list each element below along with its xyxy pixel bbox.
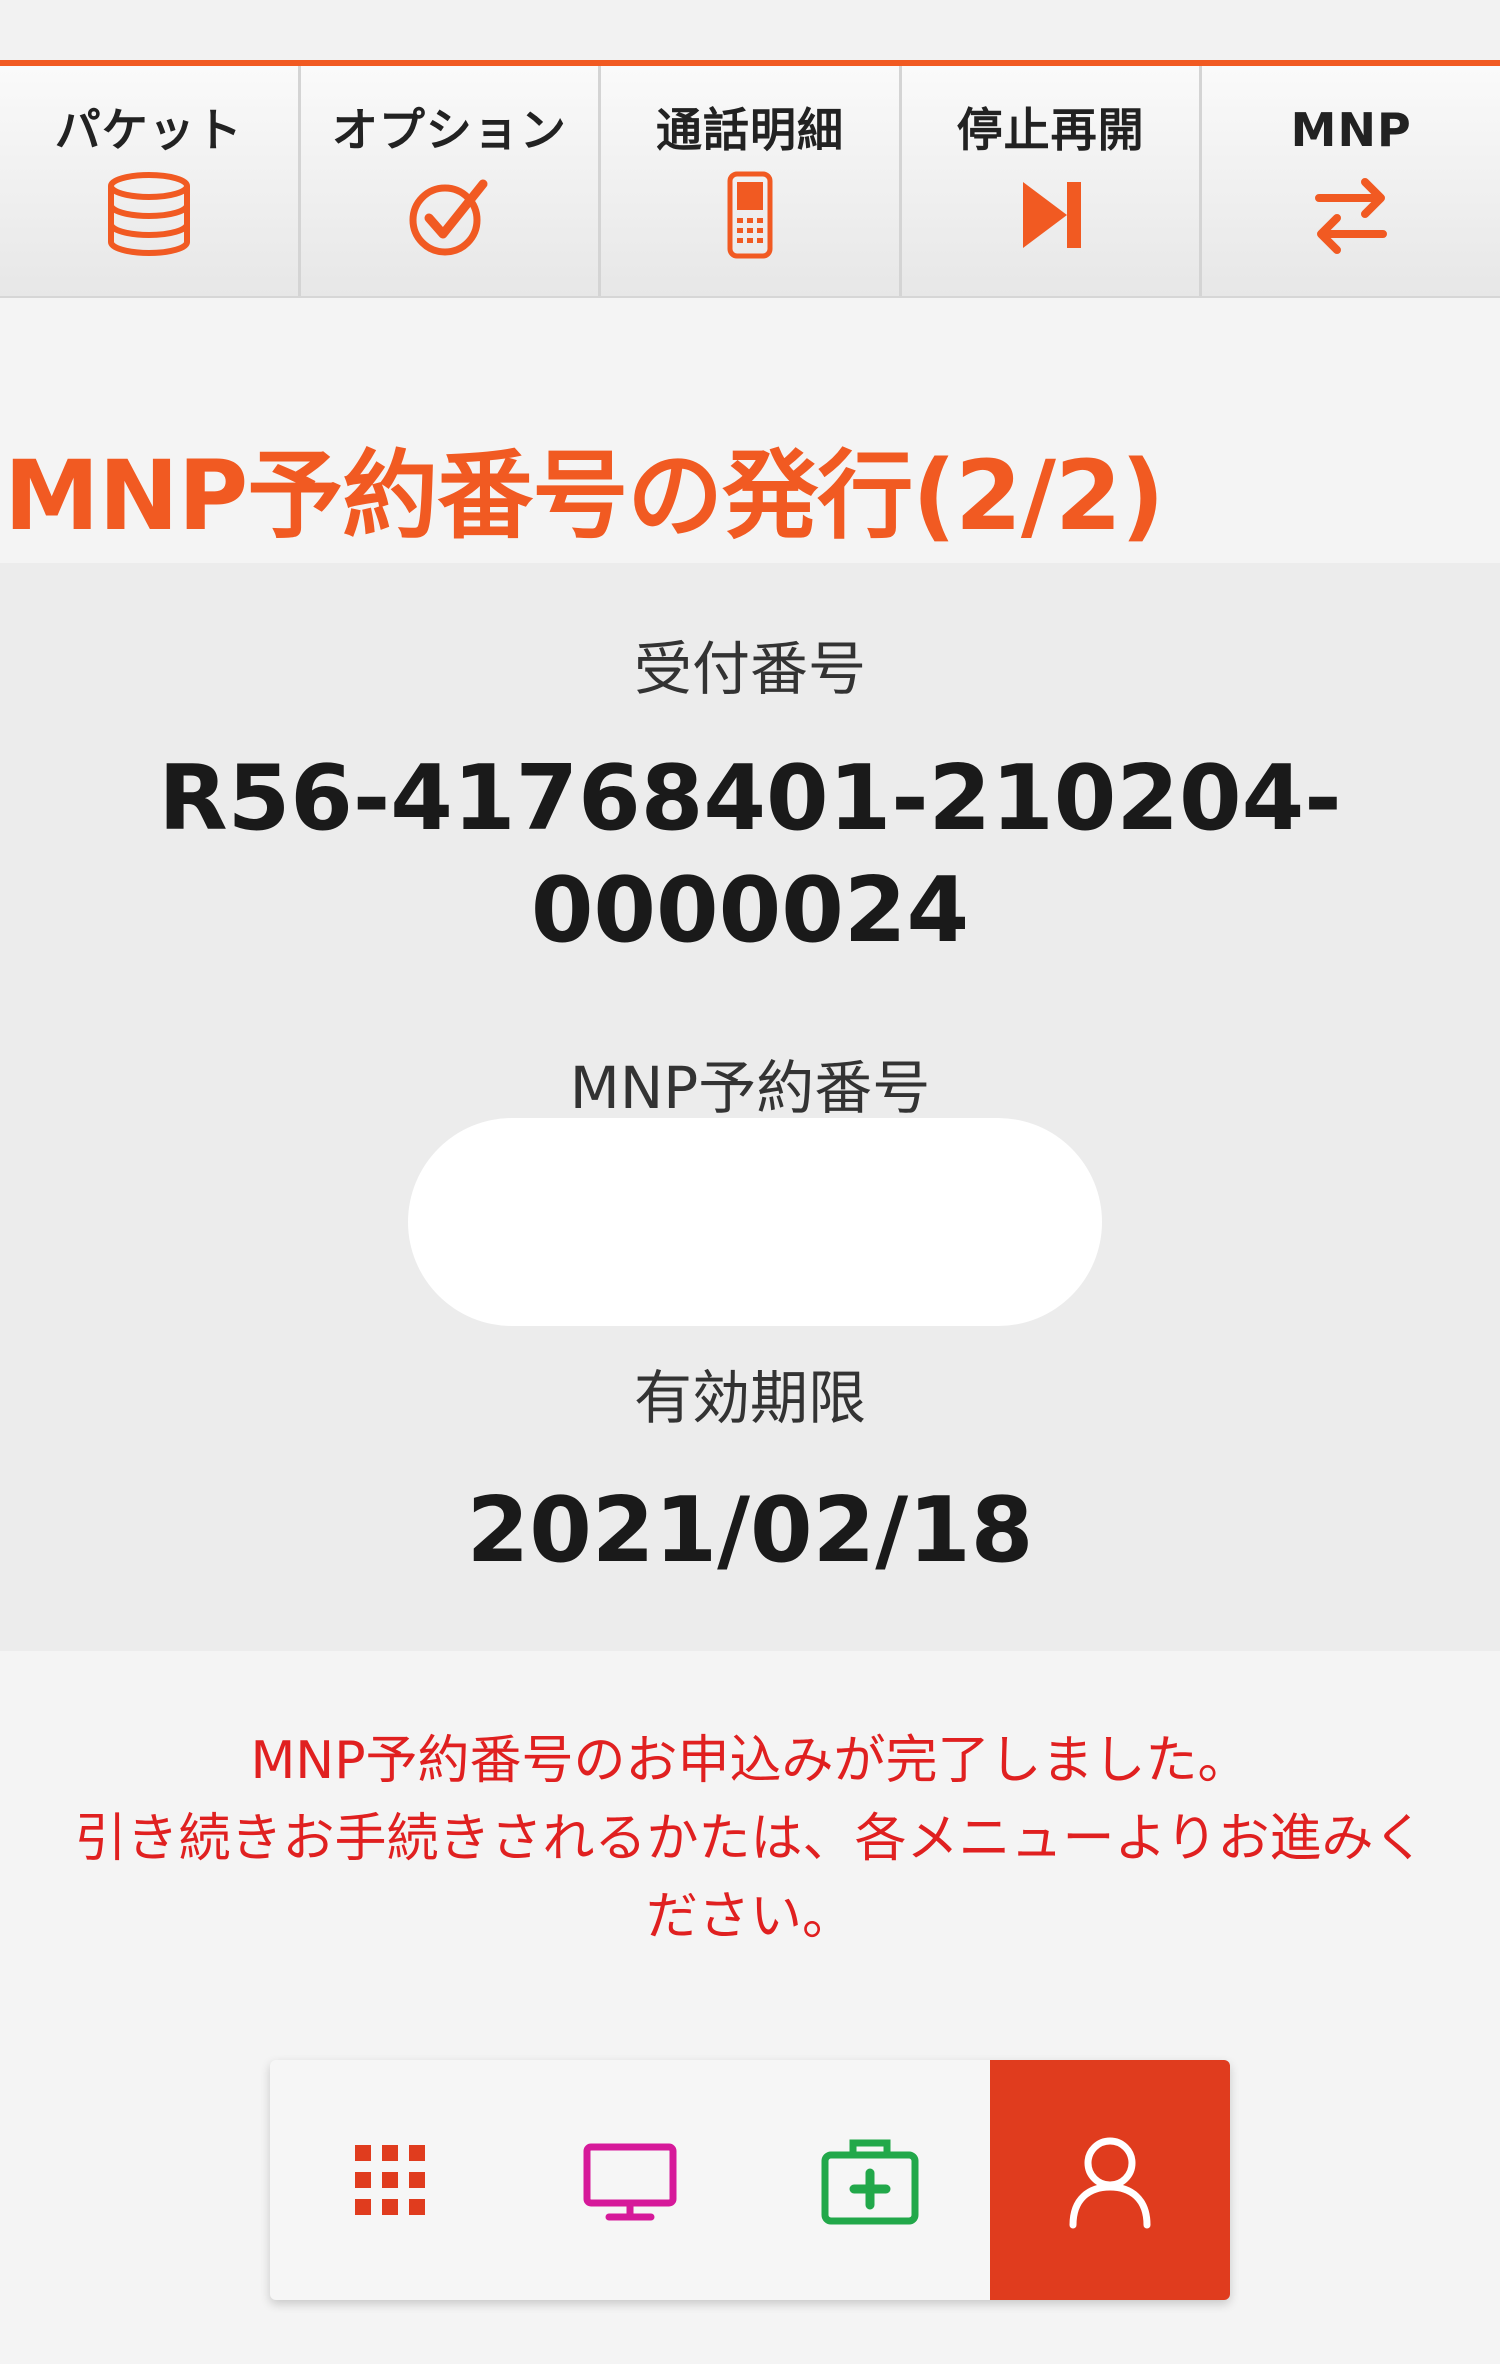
first-aid-kit-icon	[821, 2139, 919, 2225]
check-circle-icon	[409, 179, 488, 256]
grid-icon	[355, 2145, 425, 2215]
bottom-navigation	[270, 2060, 1230, 2300]
receipt-number-line2: 0000024	[530, 858, 970, 963]
nav-item-suspend-resume[interactable]: 停止再開	[902, 66, 1203, 296]
receipt-number-label: 受付番号	[633, 635, 866, 703]
mnp-number-redacted	[408, 1118, 1102, 1326]
receipt-number-line1: R56-41768401-210204-	[158, 746, 1342, 851]
message-line: ださい。	[645, 1887, 854, 1947]
status-area	[0, 0, 1500, 60]
bottom-nav-account-button[interactable]	[990, 2060, 1230, 2300]
page-title: MNP予約番号の発行(2/2)	[4, 440, 1165, 553]
reservation-info-panel: 受付番号 R56-41768401-210204- 0000024 MNP予約番…	[0, 563, 1500, 1651]
database-icon	[107, 172, 190, 256]
nav-item-label: パケット	[54, 103, 243, 157]
user-icon	[1069, 2137, 1151, 2229]
mnp-number-label: MNP予約番号	[569, 1054, 931, 1122]
bottom-nav-support-button[interactable]	[750, 2060, 990, 2300]
expiry-value: 2021/02/18	[466, 1478, 1034, 1583]
nav-item-packet[interactable]: パケット	[0, 66, 301, 296]
nav-item-label: MNP	[1290, 103, 1412, 157]
message-line: MNP予約番号のお申込みが完了しました。	[250, 1731, 1250, 1791]
expiry-label: 有効期限	[633, 1364, 866, 1432]
nav-item-call-details[interactable]: 通話明細	[601, 66, 902, 296]
nav-item-option[interactable]: オプション	[301, 66, 602, 296]
monitor-icon	[583, 2143, 677, 2221]
top-navigation: パケット オプション 通話明細 停止再開 MNP	[0, 60, 1500, 298]
bottom-nav-monitor-button[interactable]	[510, 2060, 750, 2300]
swap-arrows-icon	[1315, 178, 1388, 254]
bottom-nav-menu-button[interactable]	[270, 2060, 510, 2300]
nav-item-label: 通話明細	[655, 103, 844, 157]
nav-item-label: オプション	[331, 103, 567, 157]
completion-message: MNP予約番号のお申込みが完了しました。 引き続きお手続きされるかたは、各メニュ…	[0, 1722, 1500, 1956]
message-line: 引き続きお手続きされるかたは、各メニューよりお進みく	[74, 1809, 1426, 1869]
mobile-phone-icon	[727, 171, 773, 259]
play-pause-icon	[1022, 182, 1081, 248]
nav-item-label: 停止再開	[956, 103, 1145, 157]
nav-item-mnp[interactable]: MNP	[1202, 66, 1500, 296]
